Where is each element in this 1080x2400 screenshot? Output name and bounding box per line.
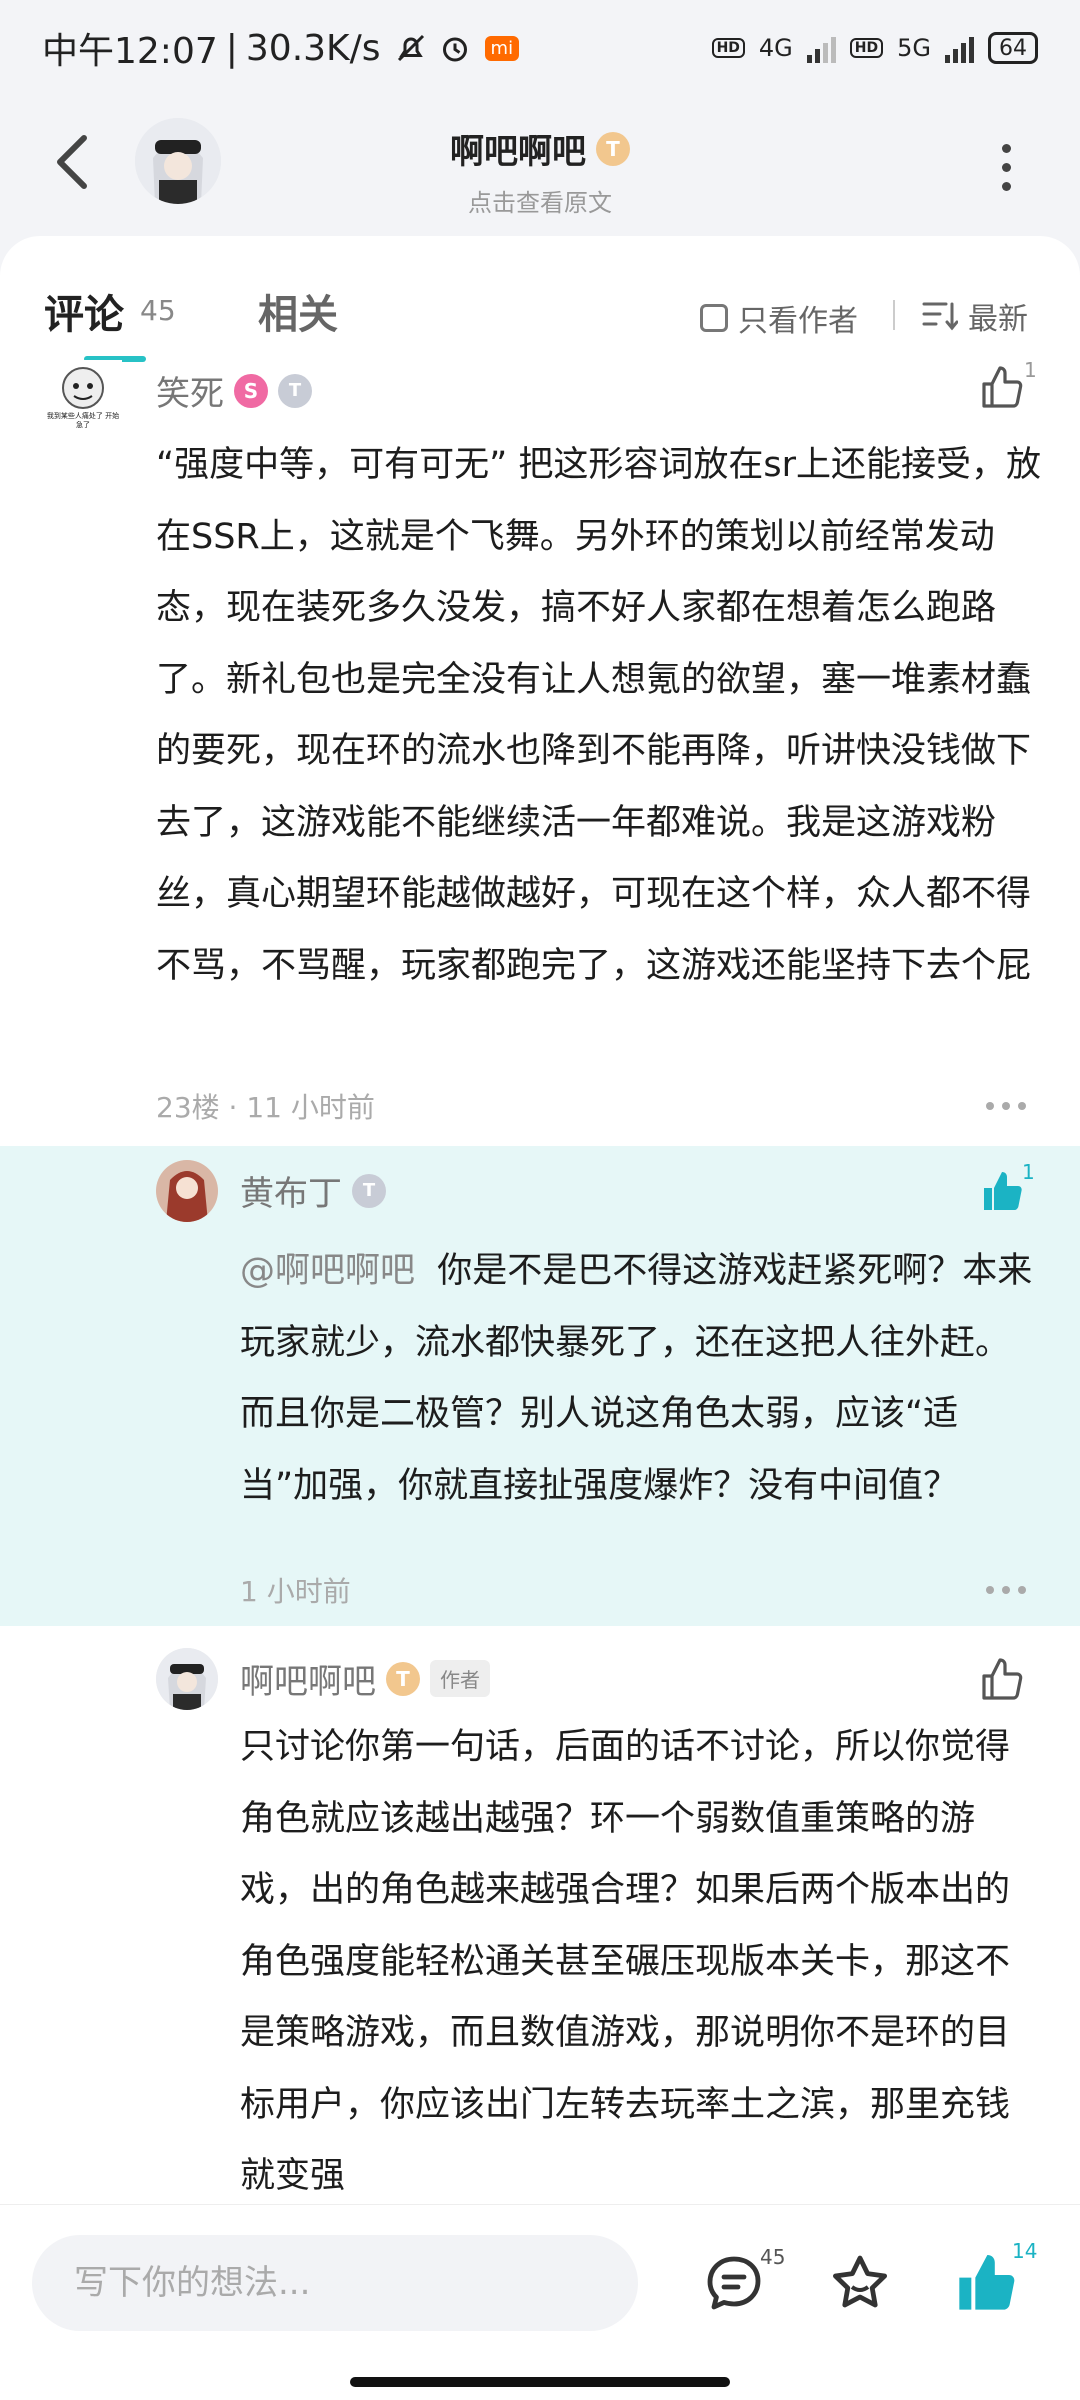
- checkbox-icon[interactable]: [700, 304, 728, 332]
- author-reply-body: 只讨论你第一句话，后面的话不讨论，所以你觉得角色就应该越出越强？环一个弱数值重策…: [240, 1727, 1011, 2196]
- network-4g-label: 4G: [758, 34, 793, 62]
- level-badge: T: [386, 1661, 420, 1696]
- hd-icon-2: HD: [849, 38, 884, 58]
- like-thumb-filled-icon[interactable]: [978, 1168, 1026, 1216]
- commenter-avatar[interactable]: 我到某些人痛处了 开始急了: [44, 360, 122, 438]
- home-indicator[interactable]: [350, 2377, 730, 2387]
- more-options-icon[interactable]: [1002, 144, 1012, 191]
- battery-icon: 64: [988, 32, 1038, 64]
- sort-button[interactable]: 最新: [922, 294, 1028, 338]
- reply-more-icon[interactable]: [986, 1586, 1026, 1594]
- like-thumb-icon[interactable]: [978, 1656, 1026, 1704]
- sort-icon: [922, 302, 958, 331]
- like-filled-icon[interactable]: [954, 2251, 1018, 2315]
- mi-badge: mi: [484, 35, 520, 61]
- comment-total-count: 45: [760, 2245, 786, 2269]
- comments-count: 45: [140, 294, 176, 327]
- sort-label: 最新: [968, 302, 1028, 337]
- author-tag: 作者: [430, 1660, 490, 1697]
- level-badge: T: [278, 373, 312, 408]
- favorite-star-icon[interactable]: [828, 2251, 892, 2315]
- status-bar: 中午12:07 | 30.3K/s mi HD 4G HD 5G 64: [0, 0, 1080, 96]
- mention-link[interactable]: @啊吧啊吧: [240, 1251, 415, 1291]
- alarm-icon: [442, 37, 467, 62]
- comment-input[interactable]: 写下你的想法...: [32, 2235, 638, 2331]
- post-like-count: 14: [1012, 2239, 1038, 2263]
- only-author-label: 只看作者: [738, 304, 858, 339]
- reply-meta: 1 小时前: [240, 1575, 351, 1608]
- divider: [893, 300, 895, 330]
- signal-icon: [806, 33, 836, 63]
- author-reply-name[interactable]: 啊吧啊吧: [240, 1654, 376, 1703]
- reply-body: @啊吧啊吧 你是不是巴不得这游戏赶紧死啊？本来玩家就少，流水都快暴死了，还在这把…: [240, 1236, 1040, 1522]
- level-badge: T: [352, 1173, 386, 1208]
- comment-body: “强度中等，可有可无” 把这形容词放在sr上还能接受，放在SSR上，这就是个飞舞…: [156, 445, 1042, 986]
- special-badge: S: [234, 373, 268, 408]
- status-speed: 30.3K/s: [245, 27, 381, 69]
- view-original-link[interactable]: 点击查看原文: [0, 183, 1080, 218]
- only-author-toggle[interactable]: 只看作者: [700, 296, 858, 340]
- comment-more-icon[interactable]: [986, 1102, 1026, 1110]
- post-header: 啊吧啊吧 T 点击查看原文: [0, 100, 1080, 230]
- battery-level: 64: [999, 35, 1027, 61]
- like-thumb-icon[interactable]: [978, 364, 1026, 412]
- tab-comments[interactable]: 评论: [44, 282, 124, 340]
- comment-tabs: 评论 45 相关 只看作者 最新: [0, 266, 1080, 346]
- like-count: 1: [1022, 1160, 1035, 1184]
- mute-bell-icon: [397, 34, 424, 62]
- post-author-name[interactable]: 啊吧啊吧: [450, 124, 586, 173]
- commenter-name[interactable]: 笑死: [156, 366, 224, 415]
- avatar-caption: 我到某些人痛处了 开始急了: [46, 412, 120, 429]
- bottom-action-bar: 写下你的想法... 45 14: [0, 2204, 1080, 2400]
- comment-bubble-icon[interactable]: [702, 2251, 766, 2315]
- signal-icon-2: [945, 33, 974, 63]
- level-badge: T: [596, 131, 630, 166]
- author-reply-avatar[interactable]: [156, 1648, 218, 1710]
- like-count: 1: [1024, 358, 1037, 382]
- network-5g-label: 5G: [897, 34, 931, 62]
- replier-avatar[interactable]: [156, 1160, 218, 1222]
- replier-name[interactable]: 黄布丁: [240, 1166, 342, 1215]
- status-time: 中午12:07: [42, 31, 218, 72]
- hd-icon: HD: [711, 38, 745, 58]
- comments-sheet: 评论 45 相关 只看作者 最新 我到某些人痛处了 开始急了 笑死 S T 1 …: [0, 236, 1080, 2400]
- tab-related[interactable]: 相关: [258, 282, 338, 340]
- comment-meta: 23楼 · 11 小时前: [156, 1091, 375, 1124]
